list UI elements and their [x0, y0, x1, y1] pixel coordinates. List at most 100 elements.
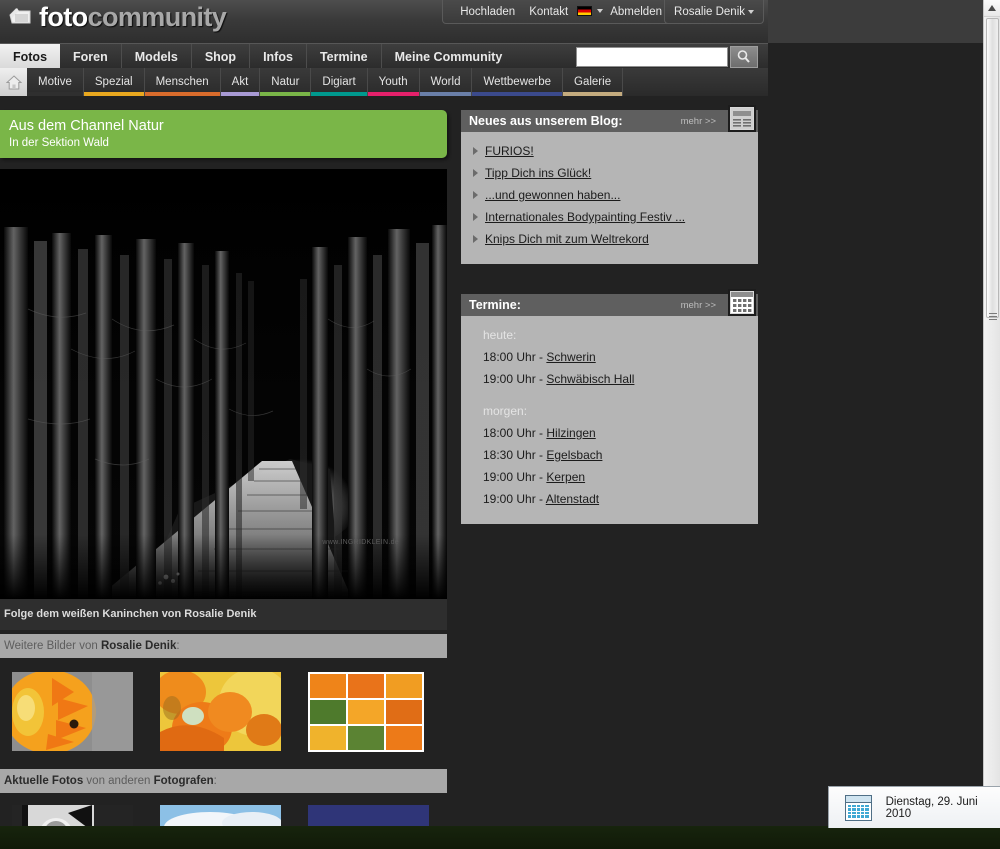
subnav-item-youth[interactable]: Youth	[367, 68, 420, 96]
subnav-item-wettbewerbe[interactable]: Wettbewerbe	[472, 68, 564, 96]
termine-place[interactable]: Egelsbach	[546, 448, 602, 462]
search-button[interactable]	[730, 46, 758, 68]
user-menu[interactable]: Rosalie Denik	[664, 0, 764, 24]
subnav-label: Spezial	[94, 76, 133, 88]
header-link-hochladen[interactable]: Hochladen	[453, 1, 522, 23]
nav-item-meine-community[interactable]: Meine Community	[382, 44, 516, 69]
recent-photos-label-c: Fotografen	[153, 775, 214, 787]
date-widget[interactable]: Dienstag, 29. Juni 2010	[828, 786, 1000, 828]
language-selector[interactable]	[575, 3, 604, 21]
browser-viewport: fotocommunity Hochladen Kontakt Abmelden…	[0, 0, 768, 849]
photo-caption: Folge dem weißen Kaninchen von Rosalie D…	[0, 599, 447, 630]
main-navigation: Fotos Foren Models Shop Infos Termine Me…	[0, 43, 768, 75]
termine-time: 19:00 Uhr -	[483, 492, 546, 506]
site-header: fotocommunity Hochladen Kontakt Abmelden…	[0, 0, 768, 43]
more-images-author: Rosalie Denik	[100, 640, 177, 652]
header-links: Hochladen Kontakt Abmelden	[442, 0, 680, 24]
termine-time: 19:00 Uhr -	[483, 470, 547, 484]
photo-watermark: www.INGRIDKLEIN.de	[322, 539, 399, 546]
subnav-label: World	[430, 76, 461, 88]
sub-navigation: Motive Spezial Menschen Akt Natur Digiar…	[0, 68, 768, 96]
thumb-flower-collage-grid[interactable]	[308, 672, 424, 752]
header-link-abmelden[interactable]: Abmelden	[603, 1, 669, 23]
channel-title: Aus dem Channel Natur	[9, 118, 164, 134]
site-logo[interactable]: fotocommunity	[8, 2, 227, 32]
grip-icon	[989, 313, 997, 320]
nav-item-infos[interactable]: Infos	[250, 44, 307, 69]
table-row: 18:00 Uhr - Schwerin	[473, 346, 748, 368]
termine-place[interactable]: Kerpen	[546, 470, 585, 484]
blog-list: FURIOS! Tipp Dich ins Glück! ...und gewo…	[461, 132, 758, 250]
taskbar	[0, 826, 1000, 849]
termine-group-heute: heute:	[483, 328, 517, 342]
nav-item-models[interactable]: Models	[122, 44, 192, 69]
termine-box: Termine: mehr >> heute: 18:00 Uhr - Schw…	[461, 289, 758, 524]
blog-link[interactable]: FURIOS!	[485, 144, 534, 158]
calendar-icon[interactable]	[728, 289, 756, 316]
nav-item-termine[interactable]: Termine	[307, 44, 382, 69]
subnav-item-galerie[interactable]: Galerie	[563, 68, 624, 96]
list-item[interactable]: FURIOS!	[473, 140, 748, 162]
list-item[interactable]: Tipp Dich ins Glück!	[473, 162, 748, 184]
subnav-label: Youth	[378, 76, 408, 88]
subnav-item-world[interactable]: World	[419, 68, 473, 96]
recent-photos-label-a: Aktuelle Fotos	[4, 775, 84, 787]
termine-list: heute: 18:00 Uhr - Schwerin 19:00 Uhr - …	[461, 316, 758, 510]
termine-place[interactable]: Schwäbisch Hall	[546, 372, 634, 386]
subnav-item-digiart[interactable]: Digiart	[311, 68, 368, 96]
nav-item-fotos[interactable]: Fotos	[0, 44, 61, 75]
recent-photos-header: Aktuelle Fotos von anderen Fotografen:	[0, 769, 447, 793]
blog-more-link[interactable]: mehr >>	[681, 116, 716, 127]
subnav-label: Galerie	[574, 76, 612, 88]
forest-path-image	[0, 169, 447, 599]
blog-link[interactable]: ...und gewonnen haben...	[485, 188, 620, 202]
blog-link[interactable]: Knips Dich mit zum Weltrekord	[485, 232, 649, 246]
subnav-item-natur[interactable]: Natur	[260, 68, 312, 96]
subnav-label: Natur	[271, 76, 300, 88]
termine-more-link[interactable]: mehr >>	[681, 300, 716, 311]
subnav-item-spezial[interactable]: Spezial	[83, 68, 145, 96]
thumb-orange-flower-closeup[interactable]	[4, 670, 133, 754]
main-column: Aus dem Channel Natur In der Sektion Wal…	[0, 110, 447, 849]
triangle-up-icon	[988, 5, 996, 11]
scrollbar-up-button[interactable]	[984, 0, 1000, 17]
termine-time: 18:00 Uhr -	[483, 426, 547, 440]
newspaper-icon[interactable]	[728, 105, 756, 132]
triangle-right-icon	[473, 213, 478, 221]
calendar-icon	[845, 794, 872, 821]
termine-place[interactable]: Schwerin	[546, 350, 595, 364]
termine-place[interactable]: Altenstadt	[546, 492, 599, 506]
featured-photo[interactable]: www.INGRIDKLEIN.de	[0, 169, 447, 599]
subnav-label: Digiart	[322, 76, 356, 88]
nav-item-foren[interactable]: Foren	[60, 44, 122, 69]
termine-group-morgen: morgen:	[483, 404, 528, 418]
camera-icon	[8, 6, 34, 28]
vertical-scrollbar[interactable]	[983, 0, 1000, 849]
triangle-right-icon	[473, 235, 478, 243]
table-row: 18:00 Uhr - Hilzingen	[473, 422, 748, 444]
list-item[interactable]: Internationales Bodypainting Festiv ...	[473, 206, 748, 228]
triangle-right-icon	[473, 169, 478, 177]
list-item[interactable]: ...und gewonnen haben...	[473, 184, 748, 206]
scrollbar-thumb[interactable]	[986, 18, 999, 318]
subnav-item-menschen[interactable]: Menschen	[144, 68, 221, 96]
termine-time: 18:00 Uhr -	[483, 350, 547, 364]
blog-link[interactable]: Internationales Bodypainting Festiv ...	[485, 210, 685, 224]
blog-box: Neues aus unserem Blog: mehr >> FURIOS! …	[461, 105, 758, 264]
subnav-item-akt[interactable]: Akt	[220, 68, 261, 96]
user-name-label: Rosalie Denik	[674, 5, 745, 18]
list-item[interactable]: Knips Dich mit zum Weltrekord	[473, 228, 748, 250]
nav-item-shop[interactable]: Shop	[192, 44, 251, 69]
subnav-item-motive[interactable]: Motive	[27, 68, 84, 96]
header-link-kontakt[interactable]: Kontakt	[522, 1, 575, 23]
termine-time: 18:30 Uhr -	[483, 448, 547, 462]
magnifier-icon	[737, 50, 750, 63]
termine-place[interactable]: Hilzingen	[546, 426, 595, 440]
blog-header: Neues aus unserem Blog: mehr >>	[461, 105, 758, 132]
subnav-label: Motive	[38, 76, 72, 88]
date-text: Dienstag, 29. Juni 2010	[885, 795, 978, 820]
blog-link[interactable]: Tipp Dich ins Glück!	[485, 166, 591, 180]
home-button[interactable]	[0, 68, 27, 96]
thumb-orange-flowers-bokeh[interactable]	[154, 668, 291, 754]
search-input[interactable]	[576, 47, 728, 67]
